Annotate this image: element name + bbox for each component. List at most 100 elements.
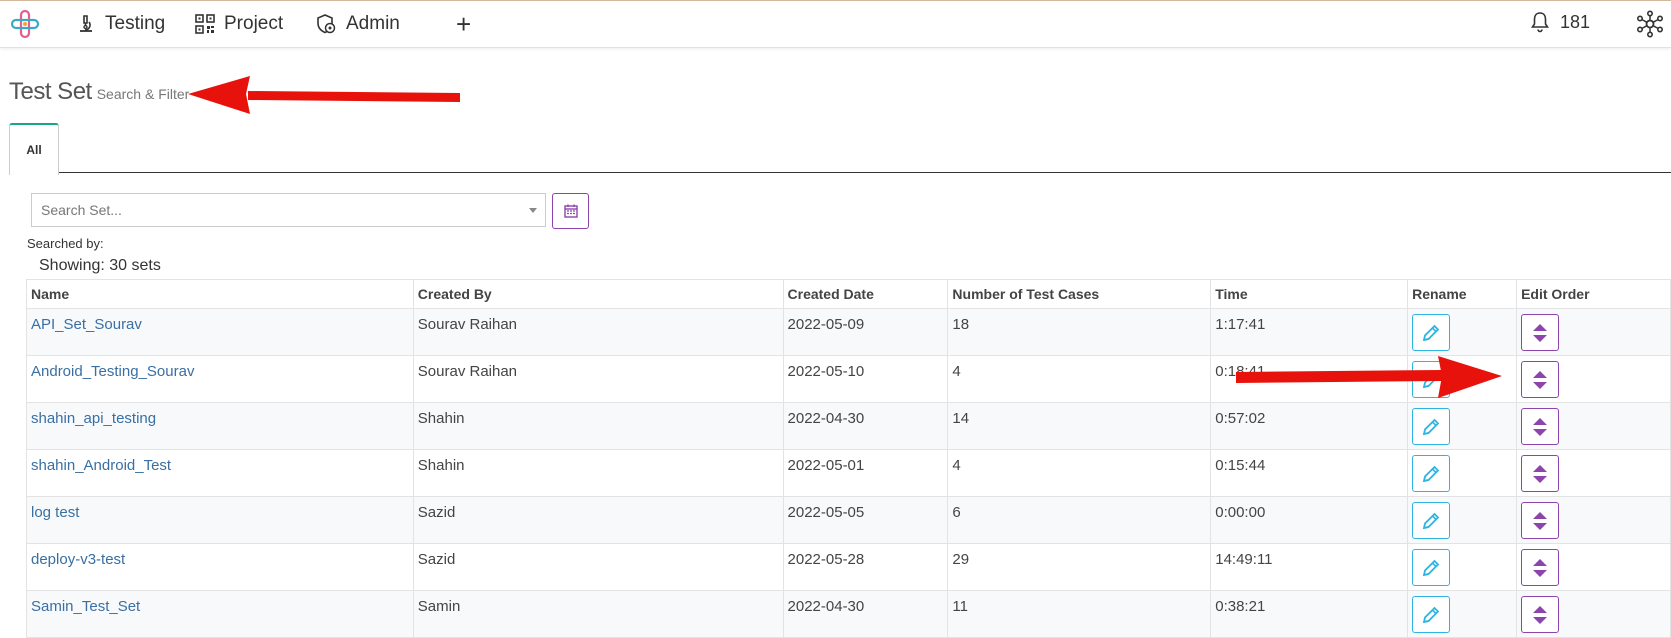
tab-divider — [9, 172, 1671, 173]
sort-icon — [1533, 417, 1548, 436]
table-header-row: Name Created By Created Date Number of T… — [26, 279, 1671, 309]
pencil-icon — [1422, 559, 1440, 576]
cell-created-date: 2022-05-09 — [782, 308, 949, 356]
header-time[interactable]: Time — [1210, 279, 1409, 309]
edit-order-button[interactable] — [1521, 408, 1560, 445]
tab-all[interactable]: All — [9, 123, 59, 175]
sort-icon — [1533, 605, 1548, 624]
searched-by-label: Searched by: — [27, 236, 104, 251]
cell-edit-order — [1516, 543, 1671, 591]
rename-button[interactable] — [1412, 455, 1451, 492]
set-name-link[interactable]: deploy-v3-test — [31, 551, 125, 568]
cell-name: shahin_Android_Test — [26, 449, 414, 497]
calendar-icon — [563, 204, 578, 218]
set-name-link[interactable]: shahin_Android_Test — [31, 457, 171, 474]
set-name-link[interactable]: Samin_Test_Set — [31, 598, 140, 615]
cell-number-of-cases: 18 — [947, 308, 1212, 356]
cell-time: 0:00:00 — [1210, 496, 1409, 544]
cell-created-by: Sourav Raihan — [412, 355, 784, 403]
search-input[interactable]: Search Set... — [31, 193, 546, 227]
cell-rename — [1407, 590, 1518, 638]
set-name-link[interactable]: API_Set_Sourav — [31, 316, 142, 333]
page-subtitle: Search & Filter — [96, 86, 190, 102]
cell-name: API_Set_Sourav — [26, 308, 414, 356]
set-name-link[interactable]: Android_Testing_Sourav — [31, 363, 194, 380]
pencil-icon — [1422, 324, 1440, 341]
pencil-icon — [1422, 418, 1440, 435]
nav-project[interactable]: Project — [195, 9, 283, 39]
header-number-of-cases[interactable]: Number of Test Cases — [947, 279, 1212, 309]
sort-icon — [1533, 370, 1548, 389]
nav-testing[interactable]: Testing — [76, 9, 165, 39]
table-row: deploy-v3-test Sazid 2022-05-28 29 14:49:11 — [26, 543, 1671, 591]
network-icon[interactable] — [1636, 10, 1664, 38]
calendar-button[interactable] — [552, 193, 589, 229]
nav-project-label: Project — [224, 13, 284, 34]
edit-order-button[interactable] — [1521, 455, 1560, 492]
sort-icon — [1533, 511, 1548, 530]
table-row: API_Set_Sourav Sourav Raihan 2022-05-09 18 1… — [26, 308, 1671, 356]
rename-button[interactable] — [1412, 549, 1451, 586]
pencil-icon — [1422, 606, 1440, 623]
rename-button[interactable] — [1412, 314, 1451, 351]
cell-edit-order — [1516, 402, 1671, 450]
cell-edit-order — [1516, 590, 1671, 638]
cell-created-date: 2022-05-10 — [782, 355, 949, 403]
qr-code-icon — [195, 14, 215, 34]
cell-number-of-cases: 4 — [947, 355, 1212, 403]
table-row: shahin_Android_Test Shahin 2022-05-01 4 0:15… — [26, 449, 1671, 497]
test-set-table: Name Created By Created Date Number of T… — [26, 279, 1671, 638]
top-nav-bar: Testing Project Admin + 181 — [0, 0, 1671, 48]
showing-count: Showing: 30 sets — [39, 257, 161, 274]
notifications[interactable]: 181 — [1530, 11, 1590, 33]
cell-created-by: Samin — [412, 590, 784, 638]
cell-time: 0:57:02 — [1210, 402, 1409, 450]
edit-order-button[interactable] — [1521, 502, 1560, 539]
cell-created-by: Sazid — [412, 496, 784, 544]
chevron-down-icon — [529, 208, 537, 213]
cell-name: Android_Testing_Sourav — [26, 355, 414, 403]
pencil-icon — [1422, 512, 1440, 529]
cell-rename — [1407, 402, 1518, 450]
page-heading: Test Set Search & Filter — [9, 78, 189, 106]
rename-button[interactable] — [1412, 502, 1451, 539]
edit-order-button[interactable] — [1521, 314, 1560, 351]
cell-rename — [1407, 308, 1518, 356]
cell-number-of-cases: 29 — [947, 543, 1212, 591]
add-button[interactable]: + — [456, 9, 471, 39]
header-name[interactable]: Name — [26, 279, 414, 309]
annotation-arrow-right — [1236, 356, 1502, 398]
table-row: log test Sazid 2022-05-05 6 0:00:00 — [26, 496, 1671, 544]
cell-created-date: 2022-04-30 — [782, 402, 949, 450]
cell-rename — [1407, 543, 1518, 591]
app-logo-icon[interactable] — [10, 9, 40, 39]
cell-edit-order — [1516, 496, 1671, 544]
sort-icon — [1533, 464, 1548, 483]
sort-icon — [1533, 323, 1548, 342]
nav-admin[interactable]: Admin — [315, 9, 400, 39]
nav-testing-label: Testing — [105, 13, 166, 34]
cell-created-by: Shahin — [412, 402, 784, 450]
set-name-link[interactable]: log test — [31, 504, 79, 521]
bell-icon — [1531, 12, 1549, 33]
header-rename: Rename — [1407, 279, 1518, 309]
cell-rename — [1407, 496, 1518, 544]
edit-order-button[interactable] — [1521, 549, 1560, 586]
table-row: shahin_api_testing Shahin 2022-04-30 14 0:57… — [26, 402, 1671, 450]
edit-order-button[interactable] — [1521, 361, 1560, 398]
cell-number-of-cases: 4 — [947, 449, 1212, 497]
cell-created-by: Shahin — [412, 449, 784, 497]
set-name-link[interactable]: shahin_api_testing — [31, 410, 156, 427]
header-created-date[interactable]: Created Date — [782, 279, 949, 309]
microscope-icon — [80, 15, 92, 32]
cell-name: shahin_api_testing — [26, 402, 414, 450]
edit-order-button[interactable] — [1521, 596, 1560, 633]
header-created-by[interactable]: Created By — [412, 279, 784, 309]
annotation-arrow-left — [188, 76, 460, 114]
cell-edit-order — [1516, 449, 1671, 497]
rename-button[interactable] — [1412, 596, 1451, 633]
rename-button[interactable] — [1412, 408, 1451, 445]
cell-time: 0:38:21 — [1210, 590, 1409, 638]
shield-gear-icon — [317, 14, 336, 34]
cell-number-of-cases: 6 — [947, 496, 1212, 544]
